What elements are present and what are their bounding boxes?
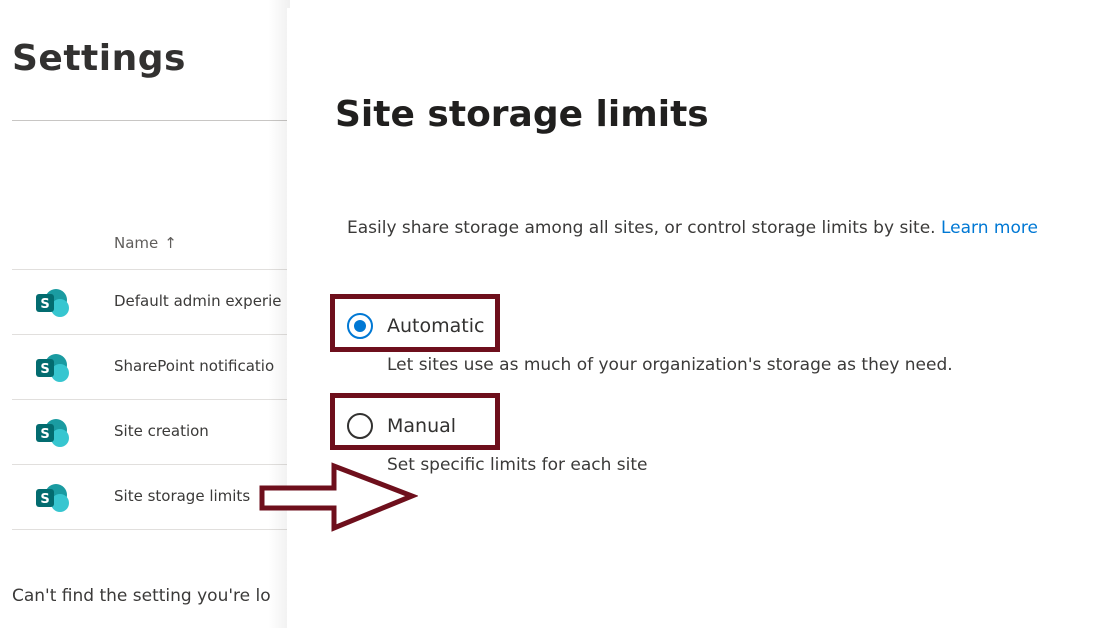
learn-more-link[interactable]: Learn more: [941, 218, 1038, 238]
svg-text:S: S: [40, 297, 49, 312]
sharepoint-icon: S: [36, 419, 69, 447]
name-column-header[interactable]: Name ↑: [114, 234, 177, 252]
svg-text:S: S: [40, 362, 49, 377]
description-text: Easily share storage among all sites, or…: [347, 218, 936, 238]
sort-ascending-icon: ↑: [164, 234, 177, 252]
list-item[interactable]: S SharePoint notificatio: [12, 335, 287, 399]
column-header-label: Name: [114, 234, 159, 252]
sharepoint-icon: S: [36, 484, 69, 512]
list-item[interactable]: S Site creation: [12, 400, 287, 464]
list-item-label: Default admin experie: [114, 292, 282, 310]
row-divider: [12, 529, 287, 530]
panel-description: Easily share storage among all sites, or…: [347, 218, 1038, 238]
annotation-arrow-icon: [259, 462, 418, 532]
help-footer-text: Can't find the setting you're lo: [12, 586, 271, 606]
list-item[interactable]: S Site storage limits: [12, 465, 287, 529]
page-title: Settings: [12, 38, 186, 79]
title-divider: [12, 120, 287, 121]
settings-list-pane: Settings Name ↑ S Default admin experie S…: [0, 0, 290, 628]
svg-text:S: S: [40, 427, 49, 442]
automatic-highlight-box: [330, 294, 500, 352]
automatic-help-text: Let sites use as much of your organizati…: [387, 355, 953, 375]
sharepoint-icon: S: [36, 354, 69, 382]
list-item-label: SharePoint notificatio: [114, 357, 275, 375]
svg-text:S: S: [40, 492, 49, 507]
sharepoint-icon: S: [36, 289, 69, 317]
list-item-label: Site creation: [114, 422, 209, 440]
manual-highlight-box: [330, 393, 500, 450]
manual-help-text: Set specific limits for each site: [387, 455, 648, 475]
list-item[interactable]: S Default admin experie: [12, 270, 287, 334]
panel-title: Site storage limits: [335, 94, 709, 135]
